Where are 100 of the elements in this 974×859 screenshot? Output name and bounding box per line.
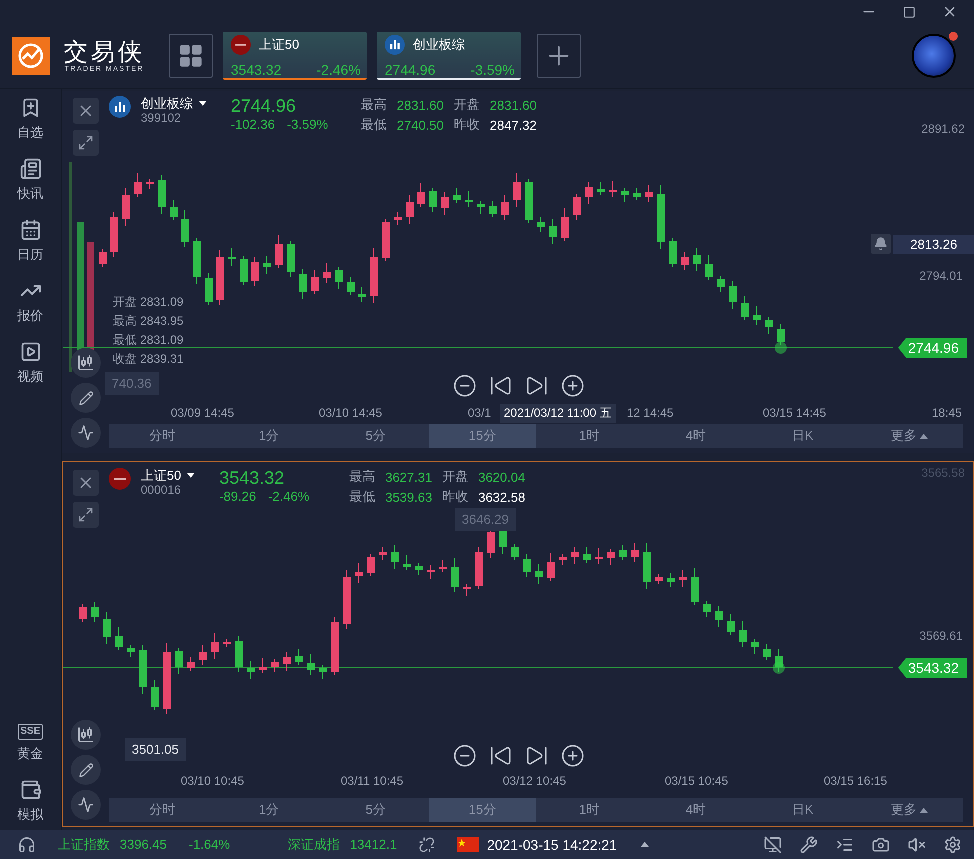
candlestick <box>645 184 653 202</box>
candlestick <box>115 626 123 650</box>
time-axis-label: 03/15 10:45 <box>665 774 728 788</box>
period-tab[interactable]: 分时 <box>109 424 216 448</box>
index-change: -1.64% <box>189 837 230 852</box>
ohlc-readout: 最低 2831.09 <box>113 332 184 349</box>
maximize-icon[interactable] <box>903 6 916 18</box>
candlestick <box>705 254 713 280</box>
close-button[interactable] <box>73 98 99 124</box>
dropdown-caret-icon[interactable] <box>199 101 207 106</box>
period-tab[interactable]: 1分 <box>216 424 322 448</box>
candlestick <box>181 210 189 248</box>
expand-icon[interactable] <box>78 507 94 523</box>
candlestick <box>235 636 243 672</box>
candlestick <box>417 182 425 208</box>
period-tab[interactable]: 1时 <box>536 798 643 822</box>
settings-icon[interactable] <box>944 836 962 854</box>
candlestick <box>223 638 231 648</box>
zoom-out-button[interactable] <box>453 744 477 768</box>
time-axis-label: 03/15 14:45 <box>763 406 826 420</box>
sidebar-item[interactable]: 黄金 <box>18 745 44 763</box>
period-tab[interactable]: 分时 <box>109 798 216 822</box>
news-icon[interactable] <box>20 158 42 180</box>
candlestick <box>347 276 355 296</box>
close-button[interactable] <box>73 470 99 496</box>
pen-icon[interactable] <box>71 383 101 413</box>
unlink-icon[interactable] <box>419 836 436 852</box>
expand-button[interactable] <box>73 502 99 528</box>
symbol-tab[interactable]: 创业板综 2744.96 -3.59% <box>377 32 521 80</box>
avatar-icon[interactable] <box>912 34 956 78</box>
pen-icon[interactable] <box>71 755 101 785</box>
zoom-in-button[interactable] <box>561 374 585 398</box>
candlestick <box>453 188 461 204</box>
indicator-icon[interactable] <box>71 418 101 448</box>
period-tab[interactable]: 更多 <box>856 424 963 448</box>
candlestick <box>91 602 99 622</box>
candlestick <box>187 656 195 672</box>
grid-icon[interactable] <box>178 43 204 69</box>
candlestick <box>475 546 483 590</box>
candlestick <box>621 188 629 202</box>
index-name[interactable]: 上证指数 <box>58 836 110 854</box>
exchange-logo-icon[interactable]: SSE <box>18 724 42 740</box>
sidebar-item[interactable]: 视频 <box>18 368 44 386</box>
layout-grid-button[interactable] <box>169 34 213 78</box>
candlestick <box>79 604 87 622</box>
play-icon[interactable] <box>20 341 42 363</box>
candlestick <box>657 184 665 250</box>
tools-icon[interactable] <box>800 836 818 854</box>
candlestick <box>775 648 783 672</box>
candlestick <box>727 614 735 636</box>
wallet-icon[interactable] <box>20 779 42 801</box>
camera-icon[interactable] <box>872 836 890 854</box>
symbol-tab[interactable]: 上证50 3543.32 -2.46% <box>223 32 367 80</box>
candlestick-icon[interactable] <box>71 348 101 378</box>
current-price: 2744.96 <box>231 96 298 117</box>
symbol-name[interactable]: 创业板综 <box>141 96 193 111</box>
symbol-name[interactable]: 上证50 <box>141 468 182 483</box>
period-tab[interactable]: 更多 <box>856 798 963 822</box>
sidebar-item[interactable]: 日历 <box>18 246 44 264</box>
period-tab[interactable]: 15分 <box>429 424 536 448</box>
period-tab[interactable]: 4时 <box>642 424 750 448</box>
index-name[interactable]: 深证成指 <box>288 836 340 854</box>
sidebar-item[interactable]: 快讯 <box>18 185 44 203</box>
candlestick <box>319 664 327 680</box>
expand-icon[interactable] <box>78 135 94 151</box>
period-tab[interactable]: 5分 <box>322 798 430 822</box>
candlestick <box>691 568 699 606</box>
mute-icon[interactable] <box>908 836 926 854</box>
period-tab[interactable]: 日K <box>750 798 856 822</box>
sidebar-item[interactable]: 报价 <box>18 307 44 325</box>
sidebar-item[interactable]: 模拟 <box>18 806 44 824</box>
candlestick <box>561 208 569 242</box>
add-button[interactable] <box>537 34 581 78</box>
period-tab[interactable]: 5分 <box>322 424 430 448</box>
bell-icon[interactable] <box>871 234 891 254</box>
candlestick <box>667 572 675 588</box>
period-tab[interactable]: 15分 <box>429 798 536 822</box>
expand-button[interactable] <box>73 130 99 156</box>
headset-icon[interactable] <box>18 836 36 854</box>
current-price: 3543.32 <box>219 468 286 489</box>
price-label: 740.36 <box>105 372 159 395</box>
candlestick <box>655 574 663 584</box>
calendar-icon[interactable] <box>20 219 42 241</box>
sidebar-item[interactable]: 自选 <box>18 124 44 142</box>
ohlc-readout: 开盘 2831.09 <box>113 294 184 311</box>
zoom-in-button[interactable] <box>561 744 585 768</box>
screen-off-icon[interactable] <box>764 836 782 854</box>
candlestick <box>287 240 295 278</box>
period-tab[interactable]: 4时 <box>642 798 750 822</box>
candlestick <box>681 252 689 270</box>
period-tab[interactable]: 日K <box>750 424 856 448</box>
zoom-out-button[interactable] <box>453 374 477 398</box>
index-value: 13412.1 <box>350 837 398 852</box>
period-tab[interactable]: 1时 <box>536 424 643 448</box>
candlestick-icon[interactable] <box>71 720 101 750</box>
dropdown-caret-icon[interactable] <box>187 473 196 478</box>
caret-icon[interactable] <box>641 842 650 847</box>
time-axis-label: 03/09 14:45 <box>171 406 234 420</box>
period-tab[interactable]: 1分 <box>216 798 322 822</box>
indicator-icon[interactable] <box>71 790 101 820</box>
